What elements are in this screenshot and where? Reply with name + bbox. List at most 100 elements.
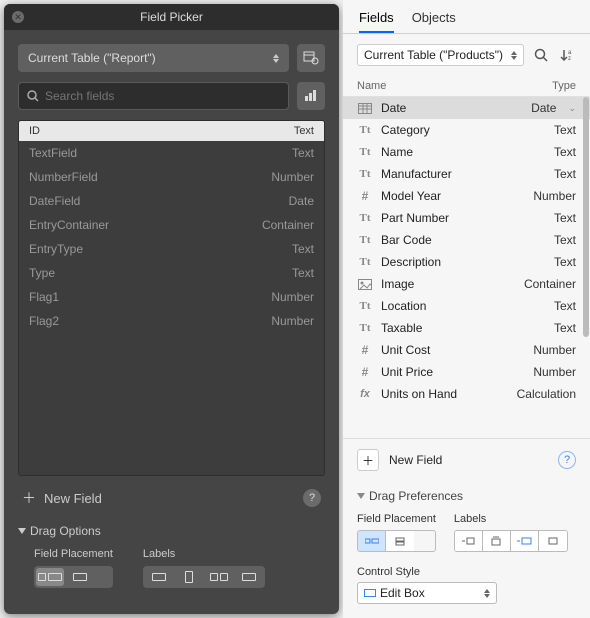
field-type: Text: [554, 233, 576, 247]
field-row[interactable]: Tt Bar Code Text: [343, 229, 590, 251]
label-none-button[interactable]: [539, 531, 567, 551]
label-inside-button[interactable]: [205, 568, 233, 586]
col-type-header: Text: [294, 125, 314, 137]
search-icon: [27, 90, 39, 102]
label-none-button[interactable]: [235, 568, 263, 586]
control-style-select[interactable]: Edit Box: [357, 582, 497, 604]
field-row[interactable]: #Unit CostNumber: [343, 339, 590, 361]
table-gear-icon: [303, 51, 319, 65]
field-row[interactable]: Flag2Number: [19, 309, 324, 333]
drag-options-header[interactable]: Drag Options: [18, 524, 325, 538]
field-row[interactable]: fxUnits on HandCalculation: [343, 383, 590, 405]
label-left-button[interactable]: [455, 531, 483, 551]
control-style-label: Control Style: [357, 566, 576, 578]
field-row[interactable]: TtLocationText: [343, 295, 590, 317]
col-type-header: Type: [552, 80, 576, 92]
svg-text:z: z: [568, 56, 571, 62]
field-row[interactable]: TtTaxableText: [343, 317, 590, 339]
field-row[interactable]: # Unit Price Number: [343, 361, 590, 383]
search-field[interactable]: [18, 82, 289, 110]
field-type: Number: [271, 170, 314, 184]
chart-button[interactable]: [297, 82, 325, 110]
scrollbar[interactable]: [583, 97, 589, 337]
help-icon[interactable]: ?: [558, 451, 576, 469]
field-row[interactable]: TtManufacturerText: [343, 163, 590, 185]
field-placement-label: Field Placement: [357, 513, 436, 525]
field-placement-seg: [357, 530, 436, 552]
field-row[interactable]: TtNameText: [343, 141, 590, 163]
field-row[interactable]: TextFieldText: [19, 141, 324, 165]
label-left-button[interactable]: [145, 568, 173, 586]
labels-label: Labels: [454, 513, 568, 525]
field-name: Location: [381, 299, 546, 313]
field-name: Units on Hand: [381, 387, 509, 401]
placement-vertical-button[interactable]: [66, 568, 94, 586]
drag-preferences-header[interactable]: Drag Preferences: [357, 489, 576, 503]
field-row[interactable]: DateDate⌄: [343, 97, 590, 119]
table-icon: [357, 101, 373, 115]
label-top-button[interactable]: [175, 568, 203, 586]
field-name: Taxable: [381, 321, 546, 335]
field-row[interactable]: ImageContainer: [343, 273, 590, 295]
field-row[interactable]: DateFieldDate: [19, 189, 324, 213]
field-list-header[interactable]: Name Type: [343, 76, 590, 97]
tab-fields[interactable]: Fields: [359, 10, 394, 33]
field-type: Text: [292, 242, 314, 256]
field-name: Unit Cost: [381, 343, 525, 357]
sort-icon[interactable]: az: [558, 46, 576, 64]
inspector-panel: Fields Objects Current Table ("Products"…: [343, 0, 590, 618]
manage-db-button[interactable]: [297, 44, 325, 72]
field-list-header[interactable]: ID Text: [19, 121, 324, 141]
field-name: Part Number: [381, 211, 546, 225]
new-field-button[interactable]: New Field: [44, 491, 102, 506]
col-name-header: Name: [357, 80, 552, 92]
#-icon: #: [357, 365, 373, 379]
new-field-label[interactable]: New Field: [389, 453, 442, 467]
window-title: Field Picker: [4, 10, 339, 24]
search-input[interactable]: [45, 89, 280, 103]
Tt-icon: Tt: [357, 211, 373, 225]
table-select-label: Current Table ("Report"): [28, 51, 156, 65]
field-type: Date: [289, 194, 314, 208]
drag-preferences-label: Drag Preferences: [369, 489, 463, 503]
field-row[interactable]: TtDescriptionText: [343, 251, 590, 273]
field-name: Image: [381, 277, 516, 291]
field-row[interactable]: NumberFieldNumber: [19, 165, 324, 189]
field-name: NumberField: [29, 170, 271, 184]
field-name: Description: [381, 255, 546, 269]
Tt-icon: Tt: [357, 233, 373, 247]
label-inside-button[interactable]: [511, 531, 539, 551]
field-type: Number: [533, 189, 576, 203]
field-row[interactable]: #Model YearNumber: [343, 185, 590, 207]
label-top-button[interactable]: [483, 531, 511, 551]
placement-horizontal-button[interactable]: [358, 531, 386, 551]
close-icon[interactable]: ✕: [12, 11, 24, 23]
placement-vertical-button[interactable]: [386, 531, 414, 551]
field-type: Number: [533, 365, 576, 379]
help-icon[interactable]: ?: [303, 489, 321, 507]
bar-chart-icon: [304, 90, 318, 102]
field-type: Date: [531, 101, 556, 115]
field-name: Bar Code: [381, 233, 546, 247]
plus-icon[interactable]: ＋: [22, 488, 36, 508]
field-name: Manufacturer: [381, 167, 546, 181]
field-row[interactable]: Flag1Number: [19, 285, 324, 309]
field-row[interactable]: TtPart NumberText: [343, 207, 590, 229]
field-name: Unit Price: [381, 365, 525, 379]
stepper-icon[interactable]: [273, 54, 279, 63]
add-field-button[interactable]: ＋: [357, 449, 379, 471]
placement-horizontal-button[interactable]: [36, 568, 64, 586]
control-style-value: Edit Box: [380, 586, 425, 600]
field-row[interactable]: TypeText: [19, 261, 324, 285]
field-row[interactable]: EntryContainerContainer: [19, 213, 324, 237]
field-name: DateField: [29, 194, 289, 208]
search-icon[interactable]: [532, 46, 550, 64]
tab-objects[interactable]: Objects: [412, 10, 456, 33]
chevron-down-icon[interactable]: ⌄: [568, 103, 576, 114]
Tt-icon: Tt: [357, 255, 373, 269]
field-row[interactable]: EntryTypeText: [19, 237, 324, 261]
table-select[interactable]: Current Table ("Report"): [18, 44, 289, 72]
field-row[interactable]: TtCategoryText: [343, 119, 590, 141]
field-type: Text: [554, 167, 576, 181]
table-select[interactable]: Current Table ("Products"): [357, 44, 524, 66]
